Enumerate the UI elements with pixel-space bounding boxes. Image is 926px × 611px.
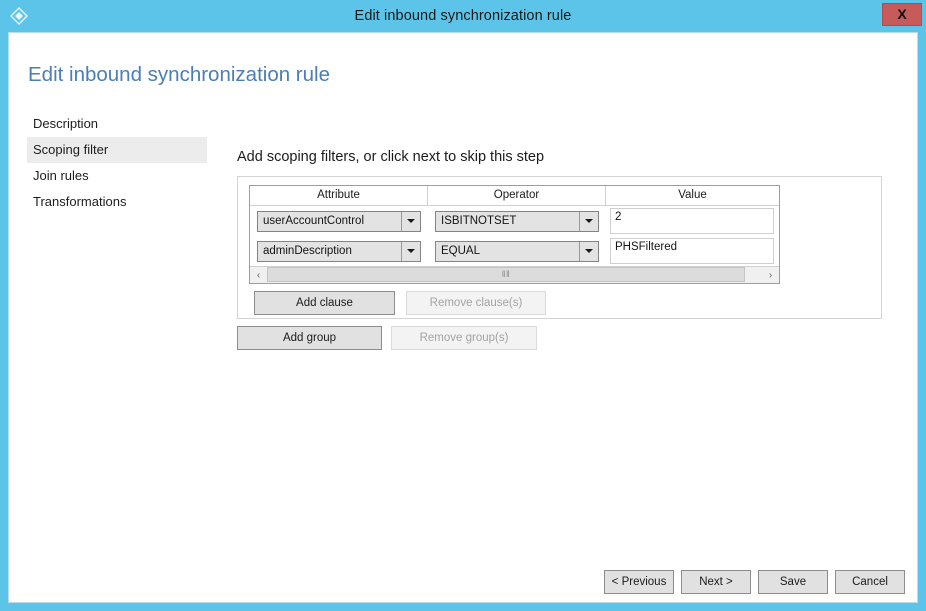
chevron-down-icon[interactable] [401,211,420,231]
sidebar-item-transformations[interactable]: Transformations [27,189,207,215]
scrollbar-thumb[interactable]: ‖‖ [267,267,745,282]
column-header-attribute: Attribute [250,186,428,206]
operator-dropdown-0[interactable]: ISBITNOTSET [435,210,599,232]
attribute-dropdown-1-value: adminDescription [263,245,352,257]
remove-clause-button: Remove clause(s) [406,291,546,315]
attribute-dropdown-0-value: userAccountControl [263,215,364,227]
column-header-value: Value [606,186,779,206]
previous-button[interactable]: < Previous [604,570,674,594]
next-button[interactable]: Next > [681,570,751,594]
chevron-down-icon[interactable] [579,241,598,261]
operator-dropdown-1-value: EQUAL [441,245,480,257]
value-input-0[interactable]: 2 [610,208,774,234]
cell-value: 2 [606,208,779,234]
scroll-right-icon[interactable]: › [762,267,779,283]
cell-attribute: adminDescription [250,240,428,262]
horizontal-scrollbar[interactable]: ‹ ‖‖ › [250,266,779,283]
remove-group-button: Remove group(s) [391,326,537,350]
chevron-down-icon[interactable] [579,211,598,231]
scrollbar-grip-icon: ‖‖ [501,269,511,279]
sidebar-item-join-rules[interactable]: Join rules [27,163,207,189]
content-heading: Add scoping filters, or click next to sk… [237,149,545,165]
cell-operator: ISBITNOTSET [428,210,606,232]
clause-grid-header: Attribute Operator Value [250,186,779,206]
value-input-1[interactable]: PHSFiltered [610,238,774,264]
close-button[interactable]: X [882,3,922,26]
chevron-down-icon[interactable] [401,241,420,261]
cancel-button[interactable]: Cancel [835,570,905,594]
save-button[interactable]: Save [758,570,828,594]
cell-operator: EQUAL [428,240,606,262]
wizard-step-nav: Description Scoping filter Join rules Tr… [27,111,207,215]
add-clause-button[interactable]: Add clause [254,291,395,315]
clause-grid: Attribute Operator Value userAccountCont… [249,185,780,284]
sidebar-item-description[interactable]: Description [27,111,207,137]
dialog-footer: < Previous Next > Save Cancel [9,570,919,604]
cell-value: PHSFiltered [606,238,779,264]
scroll-left-icon[interactable]: ‹ [250,267,267,283]
page-title: Edit inbound synchronization rule [28,63,330,86]
table-row: userAccountControl ISBITNOTSET 2 [250,206,779,236]
operator-dropdown-0-value: ISBITNOTSET [441,215,517,227]
operator-dropdown-1[interactable]: EQUAL [435,240,599,262]
table-row: adminDescription EQUAL PHSFiltered [250,236,779,266]
window-title: Edit inbound synchronization rule [354,8,572,24]
scoping-filter-group-panel: Attribute Operator Value userAccountCont… [237,176,882,319]
column-header-operator: Operator [428,186,606,206]
scrollbar-track[interactable]: ‖‖ [267,267,762,283]
attribute-dropdown-0[interactable]: userAccountControl [257,210,421,232]
dialog-client-area: Edit inbound synchronization rule Descri… [8,32,918,603]
sidebar-item-scoping-filter[interactable]: Scoping filter [27,137,207,163]
cell-attribute: userAccountControl [250,210,428,232]
add-group-button[interactable]: Add group [237,326,382,350]
attribute-dropdown-1[interactable]: adminDescription [257,240,421,262]
title-bar: Edit inbound synchronization rule X [0,0,926,32]
dialog-window: Edit inbound synchronization rule X Edit… [0,0,926,611]
